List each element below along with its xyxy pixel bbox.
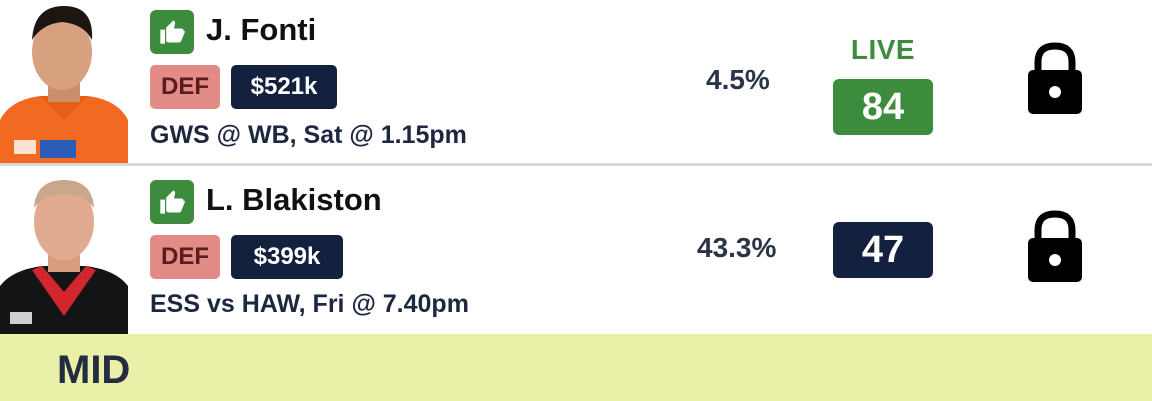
price-badge: $521k (231, 65, 337, 109)
ownership-percent: 43.3% (697, 232, 777, 263)
fixture-text: GWS @ WB, Sat @ 1.15pm (150, 121, 467, 149)
score-badge: 47 (833, 222, 933, 278)
section-header: MID (0, 334, 1152, 401)
price-badge: $399k (231, 235, 343, 279)
player-photo-avatar (0, 0, 128, 164)
position-badge: DEF (150, 65, 220, 109)
fixture-text: ESS vs HAW, Fri @ 7.40pm (150, 290, 469, 318)
section-title: MID (57, 348, 131, 392)
lock-icon[interactable] (1026, 210, 1084, 282)
player-name: J. Fonti (206, 12, 317, 47)
player-photo-avatar (0, 166, 128, 334)
score-badge: 84 (833, 79, 933, 135)
lock-icon[interactable] (1026, 42, 1084, 114)
player-row[interactable]: L. Blakiston DEF $399k ESS vs HAW, Fri @… (0, 166, 1152, 334)
thumbs-up-icon[interactable] (150, 10, 194, 54)
player-row[interactable]: J. Fonti DEF $521k GWS @ WB, Sat @ 1.15p… (0, 0, 1152, 164)
player-name: L. Blakiston (206, 182, 382, 217)
thumbs-up-icon[interactable] (150, 180, 194, 224)
live-status-label: LIVE (850, 34, 916, 65)
position-badge: DEF (150, 235, 220, 279)
ownership-percent: 4.5% (706, 64, 770, 95)
